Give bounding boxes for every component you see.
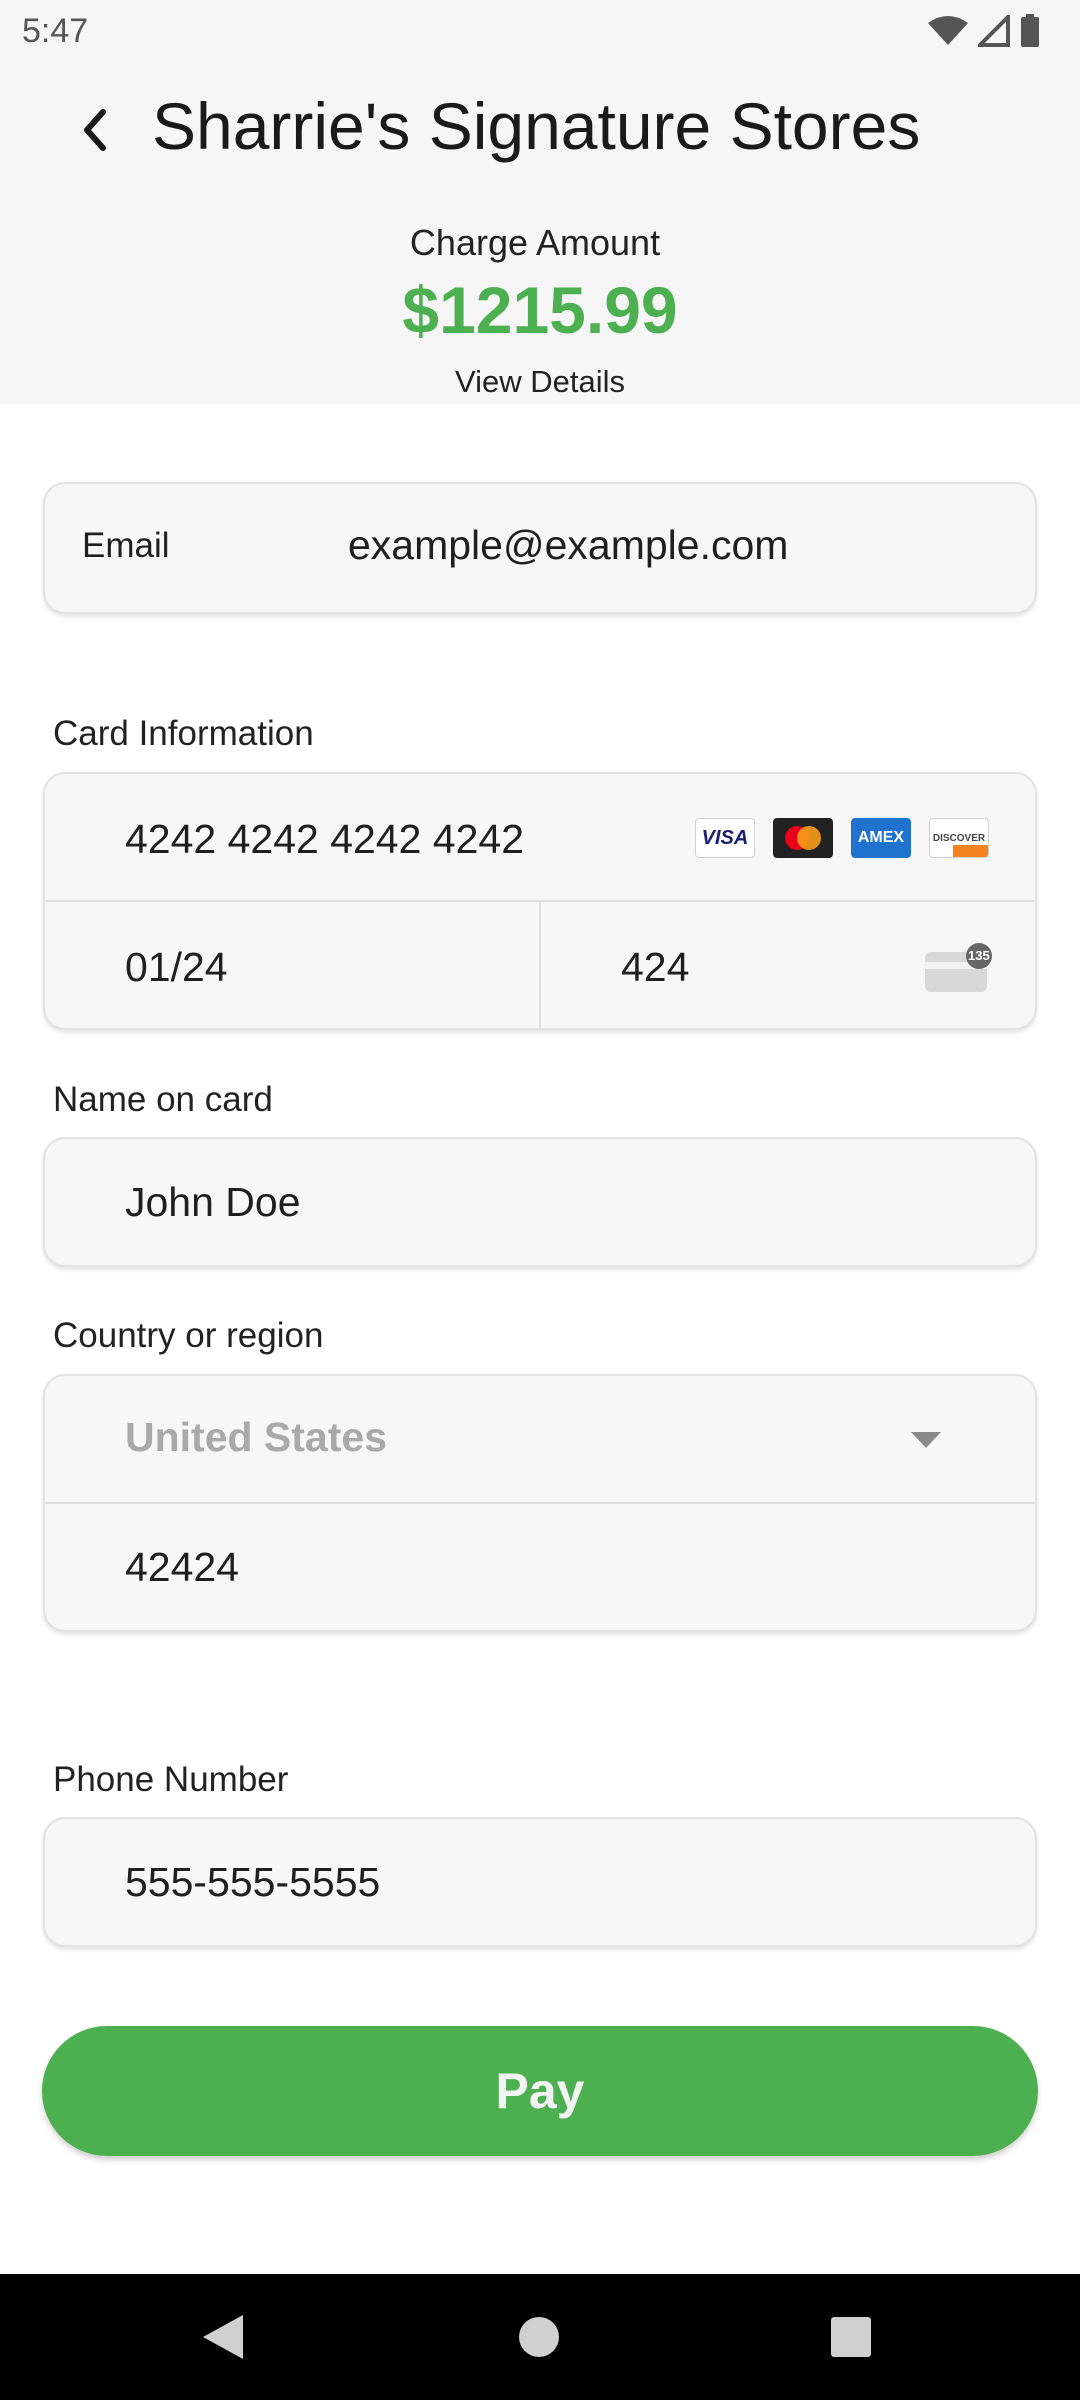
caret-down-icon: [911, 1432, 941, 1448]
postal-code-input[interactable]: 42424: [125, 1544, 239, 1591]
cvc-badge: 135: [968, 948, 990, 963]
nav-back-icon: [203, 2315, 243, 2359]
nav-back-button[interactable]: [198, 2312, 248, 2362]
divider: [539, 902, 541, 1028]
card-info-label: Card Information: [53, 714, 314, 753]
phone-label: Phone Number: [53, 1760, 289, 1799]
email-field[interactable]: Email example@example.com: [43, 482, 1037, 614]
pay-button[interactable]: Pay: [42, 2026, 1038, 2156]
status-icons: [928, 14, 1040, 48]
phone-input[interactable]: 555-555-5555: [125, 1859, 380, 1906]
status-time: 5:47: [22, 12, 89, 50]
visa-logo: VISA: [695, 818, 755, 858]
nav-recents-icon: [831, 2317, 871, 2357]
country-value: United States: [125, 1414, 387, 1460]
system-nav-bar: [0, 2274, 1080, 2400]
signal-icon: [978, 15, 1010, 47]
wifi-icon: [928, 16, 968, 45]
view-details-link[interactable]: View Details: [0, 364, 1080, 400]
cvc-input[interactable]: 424: [621, 944, 689, 991]
country-select[interactable]: United States: [45, 1376, 1035, 1502]
mastercard-logo: [773, 818, 833, 858]
card-number-input[interactable]: 4242 4242 4242 4242: [125, 816, 524, 863]
phone-field[interactable]: 555-555-5555: [43, 1817, 1037, 1947]
charge-amount: $1215.99: [402, 273, 678, 347]
charge-label: Charge Amount: [409, 222, 661, 263]
email-input[interactable]: example@example.com: [348, 522, 788, 569]
nav-home-button[interactable]: [514, 2312, 564, 2362]
expiry-input[interactable]: 01/24: [125, 944, 228, 991]
back-button[interactable]: [58, 90, 130, 170]
divider: [45, 1502, 1035, 1504]
chevron-left-icon: [84, 109, 106, 151]
battery-icon: [1021, 14, 1039, 47]
discover-logo: DISCOVER: [929, 818, 989, 858]
card-back-icon: 135: [923, 942, 993, 994]
email-label: Email: [82, 526, 170, 565]
nav-home-icon: [519, 2317, 559, 2357]
name-input[interactable]: John Doe: [125, 1179, 301, 1226]
country-group: United States 42424: [43, 1374, 1037, 1632]
country-label: Country or region: [53, 1316, 324, 1355]
card-info-group: 4242 4242 4242 4242 VISA AMEX DISCOVER 0…: [43, 772, 1037, 1030]
page-title: Sharrie's Signature Stores: [152, 89, 921, 163]
mastercard-icon: [785, 826, 821, 850]
name-field[interactable]: John Doe: [43, 1137, 1037, 1267]
app-header: 5:47 Sharrie's Signature Stores Charge A…: [0, 0, 1080, 404]
amex-logo: AMEX: [851, 818, 911, 858]
nav-recents-button[interactable]: [826, 2312, 876, 2362]
name-label: Name on card: [53, 1080, 273, 1119]
